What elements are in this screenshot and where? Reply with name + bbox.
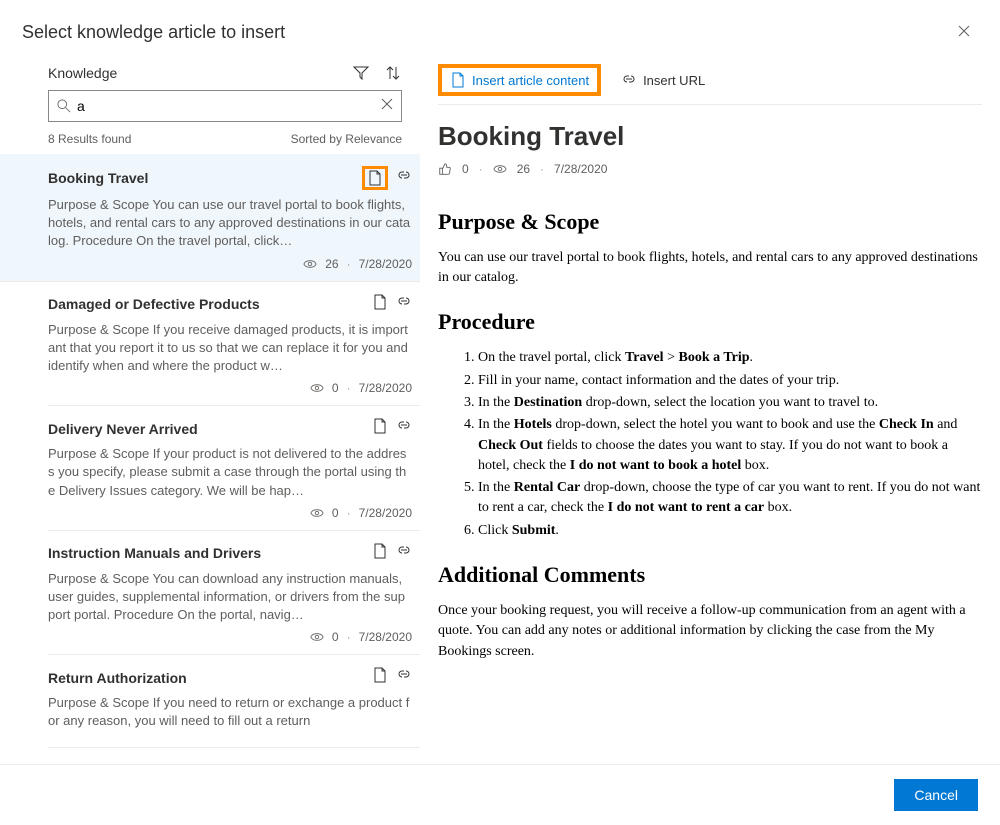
article-views: 26: [517, 162, 530, 176]
document-icon: [372, 667, 388, 683]
clear-search-button[interactable]: [381, 97, 393, 115]
result-views: 0: [332, 381, 339, 395]
link-icon: [396, 168, 412, 184]
result-title: Booking Travel: [48, 170, 148, 186]
procedure-step: In the Rental Car drop-down, choose the …: [478, 478, 982, 519]
heading-purpose: Purpose & Scope: [438, 206, 982, 238]
procedure-step: On the travel portal, click Travel > Boo…: [478, 348, 982, 368]
result-date: 7/28/2020: [359, 630, 412, 644]
result-item-booking-travel[interactable]: Booking Travel Purpose & Scope You can u…: [0, 154, 420, 282]
dialog-footer: Cancel: [0, 764, 1000, 825]
result-snippet: Purpose & Scope If you receive damaged p…: [48, 321, 412, 376]
eye-icon: [310, 630, 324, 644]
article-preview-panel: Insert article content Insert URL Bookin…: [420, 64, 1000, 754]
search-input[interactable]: [71, 98, 381, 114]
insert-url-item-button[interactable]: [396, 168, 412, 189]
link-icon: [396, 418, 412, 434]
document-icon: [372, 418, 388, 434]
sort-icon: [385, 65, 401, 81]
result-snippet: Purpose & Scope If you need to return or…: [48, 694, 412, 730]
result-title: Return Authorization: [48, 670, 187, 686]
insert-article-content-button[interactable]: Insert article content: [438, 64, 601, 96]
result-date: 7/28/2020: [359, 381, 412, 395]
search-input-container[interactable]: [48, 90, 402, 122]
result-title: Damaged or Defective Products: [48, 296, 260, 312]
filter-button[interactable]: [352, 64, 370, 82]
result-date: 7/28/2020: [359, 506, 412, 520]
result-item-manuals[interactable]: Instruction Manuals and Drivers Purpose …: [48, 531, 420, 656]
result-snippet: Purpose & Scope You can download any ins…: [48, 570, 412, 625]
procedure-step: Click Submit.: [478, 521, 982, 541]
insert-content-item-button[interactable]: [372, 543, 388, 564]
paragraph-purpose: You can use our travel portal to book fl…: [438, 248, 982, 289]
results-list[interactable]: Booking Travel Purpose & Scope You can u…: [0, 154, 420, 754]
dialog-title: Select knowledge article to insert: [22, 22, 285, 43]
cancel-button[interactable]: Cancel: [894, 779, 978, 811]
insert-content-item-button[interactable]: [372, 418, 388, 439]
result-date: 7/28/2020: [359, 257, 412, 271]
close-icon: [958, 25, 970, 37]
paragraph-additional: Once your booking request, you will rece…: [438, 601, 982, 662]
sort-button[interactable]: [384, 64, 402, 82]
article-likes: 0: [462, 162, 469, 176]
result-item-return[interactable]: Return Authorization Purpose & Scope If …: [48, 655, 420, 747]
insert-url-item-button[interactable]: [396, 667, 412, 688]
result-views: 0: [332, 506, 339, 520]
insert-url-item-button[interactable]: [396, 294, 412, 315]
result-views: 26: [325, 257, 338, 271]
procedure-step: Fill in your name, contact information a…: [478, 371, 982, 391]
document-icon: [367, 170, 383, 186]
link-icon: [621, 72, 637, 88]
close-button[interactable]: [950, 20, 978, 44]
link-icon: [396, 667, 412, 683]
knowledge-panel: Knowledge 8 Results found Sorted by Rele…: [0, 64, 420, 754]
knowledge-heading: Knowledge: [48, 65, 117, 81]
procedure-step: In the Destination drop-down, select the…: [478, 393, 982, 413]
heading-procedure: Procedure: [438, 306, 982, 338]
eye-icon: [493, 162, 507, 176]
insert-content-label: Insert article content: [472, 73, 589, 88]
insert-url-item-button[interactable]: [396, 543, 412, 564]
article-body: Purpose & Scope You can use our travel p…: [438, 206, 982, 672]
procedure-list: On the travel portal, click Travel > Boo…: [438, 348, 982, 541]
heading-additional: Additional Comments: [438, 559, 982, 591]
link-icon: [396, 543, 412, 559]
result-item-delivery[interactable]: Delivery Never Arrived Purpose & Scope I…: [48, 406, 420, 531]
eye-icon: [303, 257, 317, 271]
result-title: Delivery Never Arrived: [48, 421, 198, 437]
result-snippet: Purpose & Scope You can use our travel p…: [48, 196, 412, 251]
insert-url-button[interactable]: Insert URL: [615, 68, 711, 92]
eye-icon: [310, 381, 324, 395]
thumbs-up-icon: [438, 162, 452, 176]
document-icon: [372, 294, 388, 310]
sorted-by: Sorted by Relevance: [291, 132, 402, 146]
filter-icon: [353, 65, 369, 81]
result-item-damaged[interactable]: Damaged or Defective Products Purpose & …: [48, 282, 420, 407]
result-title: Instruction Manuals and Drivers: [48, 545, 261, 561]
article-date: 7/28/2020: [554, 162, 607, 176]
insert-content-item-button[interactable]: [362, 166, 388, 190]
link-icon: [396, 294, 412, 310]
procedure-step: In the Hotels drop-down, select the hote…: [478, 415, 982, 476]
search-icon: [57, 99, 71, 113]
result-views: 0: [332, 630, 339, 644]
insert-content-item-button[interactable]: [372, 667, 388, 688]
insert-content-item-button[interactable]: [372, 294, 388, 315]
document-icon: [450, 72, 466, 88]
eye-icon: [310, 506, 324, 520]
insert-url-item-button[interactable]: [396, 418, 412, 439]
results-count: 8 Results found: [48, 132, 131, 146]
result-snippet: Purpose & Scope If your product is not d…: [48, 445, 412, 500]
article-title: Booking Travel: [438, 121, 982, 152]
clear-icon: [381, 98, 393, 110]
insert-url-label: Insert URL: [643, 73, 705, 88]
document-icon: [372, 543, 388, 559]
